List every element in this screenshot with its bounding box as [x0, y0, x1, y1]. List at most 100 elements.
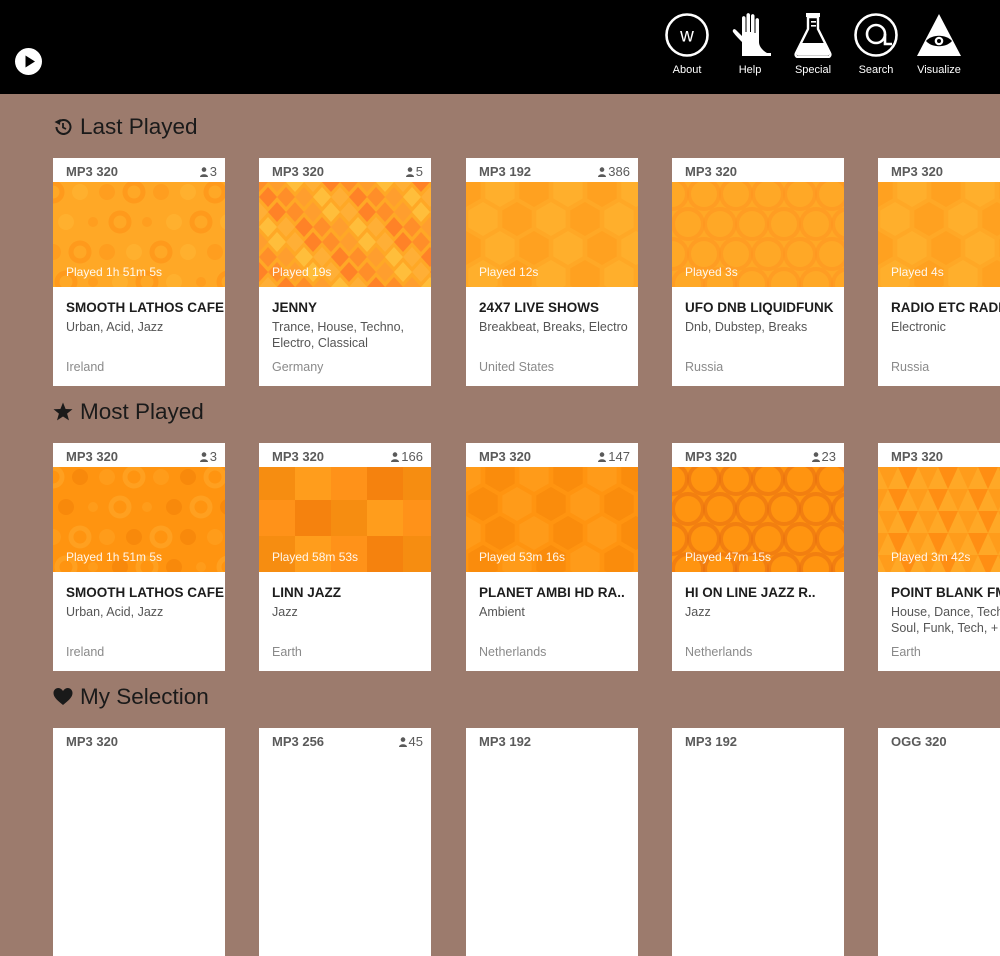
station-country: Ireland [66, 645, 105, 659]
section-title-text: Last Played [80, 114, 198, 139]
listener-count-value: 166 [401, 449, 423, 464]
station-name: UFO DNB LIQUIDFUNK [685, 300, 834, 315]
station-card[interactable]: MP3 320 5 Played 19s JENNY Trance, House, Te… [259, 158, 431, 386]
station-card[interactable]: MP3 320 Played 4s RADIO ETC RADIO Electroni… [878, 158, 1000, 386]
station-name: 24X7 LIVE SHOWS [479, 300, 600, 315]
station-card[interactable]: MP3 192 [672, 728, 844, 956]
nav-search-label: Search [858, 64, 894, 76]
station-card[interactable]: MP3 320 23 Played 47m 15s HI ON LINE JAZZ R… [672, 443, 844, 671]
station-card[interactable]: MP3 320 147 Played 53m 16s PLANET AMBI HD R… [466, 443, 638, 671]
played-duration: Played 47m 15s [685, 550, 772, 564]
station-genres: Dnb, Dubstep, Breaks [685, 320, 808, 334]
heart-icon [52, 686, 74, 708]
station-name: POINT BLANK FM [891, 585, 1000, 600]
person-icon [405, 166, 414, 177]
played-duration: Played 3m 42s [891, 550, 971, 564]
station-genres: House, Dance, Techno, Soul, Funk, Tech, … [891, 605, 1000, 635]
played-duration: Played 1h 51m 5s [66, 550, 163, 564]
listener-count-value: 3 [209, 164, 217, 179]
nav-search[interactable]: Search [844, 12, 908, 76]
station-country: Russia [891, 360, 930, 374]
bitrate-label: MP3 320 [685, 449, 738, 464]
nav-special-label: Special [794, 64, 832, 76]
station-country: Germany [272, 360, 324, 374]
section-title-text: My Selection [80, 684, 209, 709]
station-card[interactable]: MP3 192 [466, 728, 638, 956]
station-genres: Urban, Acid, Jazz [66, 320, 164, 334]
play-icon [25, 55, 35, 68]
station-card[interactable]: MP3 320 3 Played 1h 51m 5s SMOOTH LATHOS CA… [53, 158, 225, 386]
listener-count-value: 45 [408, 734, 423, 749]
nav-special[interactable]: Special [781, 12, 845, 76]
person-icon [391, 451, 400, 462]
listener-count: 23 [811, 449, 836, 464]
station-artwork: Played 53m 16s [466, 467, 638, 572]
played-duration: Played 53m 16s [479, 550, 566, 564]
listener-count: 45 [398, 734, 423, 749]
listener-count: 386 [598, 164, 630, 179]
star-icon [52, 401, 74, 423]
bitrate-label: OGG 320 [891, 734, 947, 749]
play-button[interactable] [15, 48, 42, 75]
station-card[interactable]: MP3 256 45 [259, 728, 431, 956]
station-card[interactable]: OGG 320 [878, 728, 1000, 956]
station-genres: Electronic [891, 320, 946, 334]
station-card[interactable]: MP3 320 Played 3s UFO DNB LIQUIDFUNK Dnb, D… [672, 158, 844, 386]
listener-count-value: 23 [821, 449, 836, 464]
played-duration: Played 19s [272, 265, 332, 279]
station-name: SMOOTH LATHOS CAFE [66, 300, 224, 315]
station-country: Ireland [66, 360, 105, 374]
nav-about[interactable]: w About [655, 12, 719, 76]
section-title-my-selection: My Selection [52, 682, 209, 712]
station-genres: Ambient [479, 605, 525, 619]
station-artwork: Played 58m 53s [259, 467, 431, 572]
station-artwork: Played 1h 51m 5s [53, 182, 225, 287]
listener-count-value: 3 [209, 449, 217, 464]
listener-count-value: 5 [415, 164, 423, 179]
station-genres: Jazz [272, 605, 298, 619]
top-bar: w About Help Special Search Visualize [0, 0, 1000, 94]
listener-count: 166 [391, 449, 423, 464]
station-name: JENNY [272, 300, 318, 315]
station-card[interactable]: MP3 192 386 Played 12s 24X7 LIVE SHOWS Break… [466, 158, 638, 386]
station-artwork: Played 4s [878, 182, 1000, 287]
visualize-eye-icon [917, 14, 961, 56]
station-card[interactable]: MP3 320 Played 3m 42s POINT BLANK FM House,… [878, 443, 1000, 671]
station-artwork: Played 1h 51m 5s [53, 467, 225, 572]
bitrate-label: MP3 320 [479, 449, 532, 464]
station-name: RADIO ETC RADIO [891, 300, 1000, 315]
bitrate-label: MP3 320 [66, 449, 119, 464]
search-at-icon [854, 13, 898, 57]
person-icon [199, 451, 208, 462]
station-genres: Jazz [685, 605, 711, 619]
person-icon [398, 736, 407, 747]
bitrate-label: MP3 320 [66, 164, 119, 179]
nav-help[interactable]: Help [718, 12, 782, 76]
bitrate-label: MP3 320 [891, 164, 944, 179]
listener-count: 147 [598, 449, 630, 464]
bitrate-label: MP3 320 [272, 449, 325, 464]
station-artwork: Played 47m 15s [672, 467, 844, 572]
station-artwork: Played 3m 42s [878, 467, 1000, 572]
station-name: PLANET AMBI HD RA.. [479, 585, 625, 600]
history-icon [52, 116, 74, 138]
station-country: Earth [272, 645, 302, 659]
station-card[interactable]: MP3 320 166 Played 58m 53s LINN JAZZ Jazz Ear… [259, 443, 431, 671]
station-name: HI ON LINE JAZZ R.. [685, 585, 816, 600]
station-card[interactable]: MP3 320 [53, 728, 225, 956]
person-icon [598, 166, 607, 177]
bitrate-label: MP3 256 [272, 734, 325, 749]
station-artwork: Played 19s [259, 182, 431, 287]
nav-about-label: About [672, 64, 702, 76]
station-country: Russia [685, 360, 724, 374]
station-country: Netherlands [479, 645, 547, 659]
played-duration: Played 12s [479, 265, 539, 279]
station-genres: Urban, Acid, Jazz [66, 605, 164, 619]
station-country: Earth [891, 645, 921, 659]
bitrate-label: MP3 192 [479, 734, 532, 749]
nav-visualize[interactable]: Visualize [907, 12, 971, 76]
bitrate-label: MP3 192 [685, 734, 738, 749]
listener-count: 5 [405, 164, 423, 179]
listener-count: 3 [199, 449, 217, 464]
station-card[interactable]: MP3 320 3 Played 1h 51m 5s SMOOTH LATHOS CA… [53, 443, 225, 671]
